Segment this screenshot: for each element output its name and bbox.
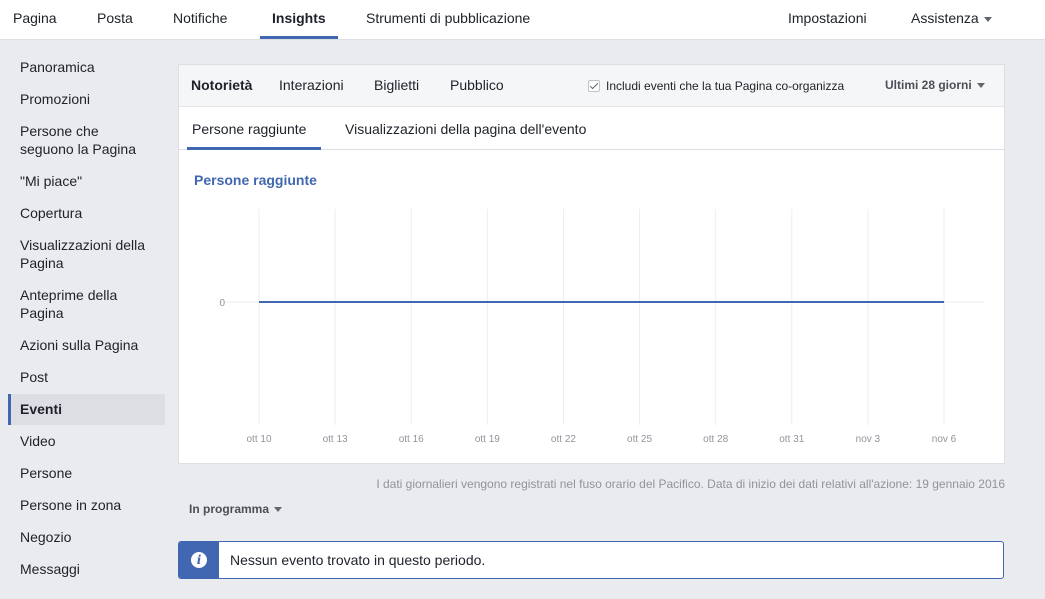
active-tab-underline xyxy=(260,36,338,39)
schedule-label: In programma xyxy=(189,502,270,516)
top-navigation: Pagina Posta Notifiche Insights Strument… xyxy=(0,0,1045,40)
checkmark-icon[interactable] xyxy=(588,80,600,92)
date-range-dropdown[interactable]: Ultimi 28 giorni xyxy=(885,78,985,92)
sidebar-item-promozioni[interactable]: Promozioni xyxy=(8,90,165,108)
info-icon-box: i xyxy=(179,542,219,578)
sidebar-item-anteprime[interactable]: Anteprime della Pagina xyxy=(8,286,165,322)
x-tick-label: nov 6 xyxy=(932,434,957,445)
timezone-footnote: I dati giornalieri vengono registrati ne… xyxy=(376,477,1005,491)
sidebar-item-mi-piace[interactable]: "Mi piace" xyxy=(8,172,165,190)
tab-posta[interactable]: Posta xyxy=(97,0,133,40)
sidebar-item-persone[interactable]: Persone xyxy=(8,464,165,482)
date-range-label: Ultimi 28 giorni xyxy=(885,78,972,92)
tab-insights[interactable]: Insights xyxy=(272,0,326,40)
sidebar-item-negozio[interactable]: Negozio xyxy=(8,528,165,546)
tab-notifiche[interactable]: Notifiche xyxy=(173,0,227,40)
assistenza-label: Assistenza xyxy=(911,10,979,26)
x-tick-label: ott 28 xyxy=(703,434,728,445)
sidebar-item-messaggi[interactable]: Messaggi xyxy=(8,560,165,578)
tab-impostazioni[interactable]: Impostazioni xyxy=(788,0,867,40)
checkbox-label: Includi eventi che la tua Pagina co-orga… xyxy=(606,79,845,93)
co-host-events-checkbox[interactable]: Includi eventi che la tua Pagina co-orga… xyxy=(588,79,844,93)
sidebar-item-video[interactable]: Video xyxy=(8,432,165,450)
tab-pubblico[interactable]: Pubblico xyxy=(450,77,504,93)
caret-down-icon xyxy=(976,83,985,89)
y-tick-label: 0 xyxy=(219,298,225,309)
sidebar-item-persone-in-zona[interactable]: Persone in zona xyxy=(8,496,165,514)
events-insights-card: Notorietà Interazioni Biglietti Pubblico… xyxy=(178,64,1005,464)
reach-line-chart: 0 ott 10 ott 13 ott 16 ott 19 ott 22 ott 25 ott… xyxy=(219,209,984,445)
assistenza-dropdown[interactable]: Assistenza xyxy=(911,0,992,40)
active-view-underline xyxy=(187,147,321,150)
schedule-dropdown[interactable]: In programma xyxy=(189,502,283,516)
x-tick-label: ott 22 xyxy=(551,434,576,445)
x-tick-label: ott 25 xyxy=(627,434,652,445)
x-tick-label: ott 10 xyxy=(246,434,271,445)
x-tick-label: ott 16 xyxy=(399,434,424,445)
sidebar-item-post[interactable]: Post xyxy=(8,368,165,386)
tab-interazioni[interactable]: Interazioni xyxy=(279,77,344,93)
x-tick-label: ott 31 xyxy=(779,434,804,445)
caret-down-icon xyxy=(274,507,283,513)
notice-text: Nessun evento trovato in questo periodo. xyxy=(230,552,486,568)
sidebar-item-copertura[interactable]: Copertura xyxy=(8,204,165,222)
x-tick-label: ott 19 xyxy=(475,434,500,445)
no-events-notice: i Nessun evento trovato in questo period… xyxy=(178,541,1004,579)
sidebar-item-follower[interactable]: Persone che seguono la Pagina xyxy=(8,122,165,158)
x-tick-label: ott 13 xyxy=(323,434,348,445)
tab-visualizzazioni-pagina-evento[interactable]: Visualizzazioni della pagina dell'evento xyxy=(345,121,586,137)
x-tick-label: nov 3 xyxy=(856,434,881,445)
card-tabs: Notorietà Interazioni Biglietti Pubblico… xyxy=(179,65,1004,107)
sidebar-item-azioni[interactable]: Azioni sulla Pagina xyxy=(8,336,165,354)
caret-down-icon xyxy=(983,16,992,22)
view-tabs: Persone raggiunte Visualizzazioni della … xyxy=(179,107,1004,150)
tab-persone-raggiunte[interactable]: Persone raggiunte xyxy=(192,121,306,137)
tab-strumenti-pubblicazione[interactable]: Strumenti di pubblicazione xyxy=(366,0,530,40)
sidebar-item-eventi[interactable]: Eventi xyxy=(8,394,165,425)
chart-title: Persone raggiunte xyxy=(194,172,317,188)
sidebar-item-visualizzazioni[interactable]: Visualizzazioni della Pagina xyxy=(8,236,165,272)
tab-biglietti[interactable]: Biglietti xyxy=(374,77,419,93)
tab-pagina[interactable]: Pagina xyxy=(13,0,57,40)
tab-notorieta[interactable]: Notorietà xyxy=(191,77,252,93)
info-icon: i xyxy=(191,552,207,568)
sidebar-item-panoramica[interactable]: Panoramica xyxy=(8,58,165,76)
